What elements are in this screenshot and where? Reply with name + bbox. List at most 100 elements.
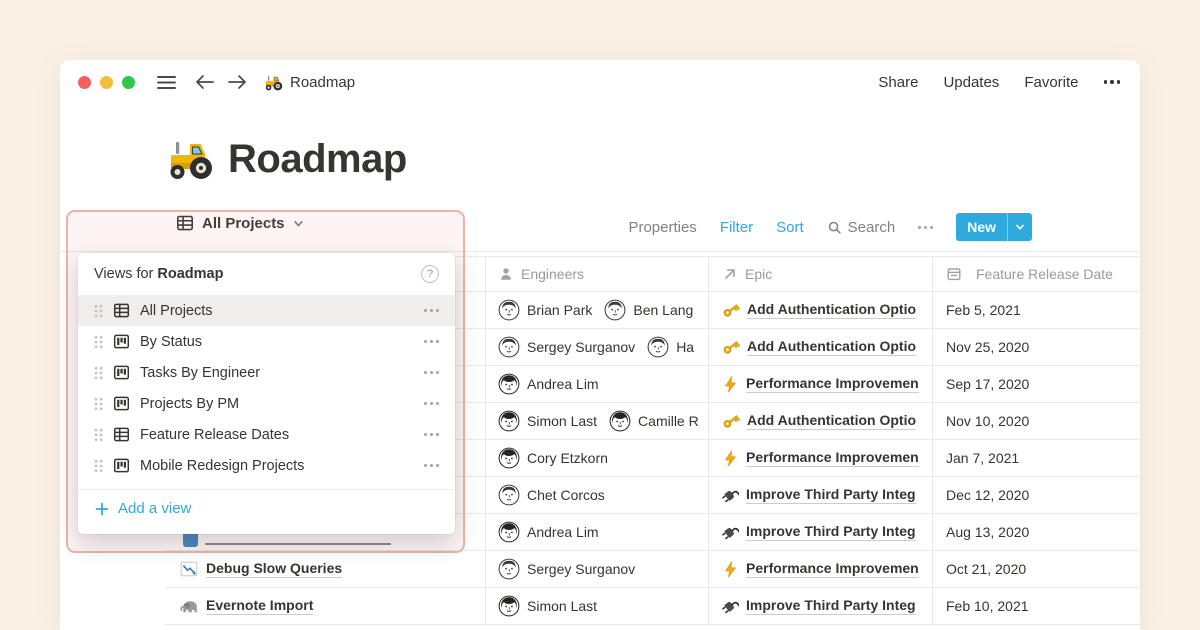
help-icon[interactable]: ? bbox=[421, 265, 439, 283]
drag-handle-icon[interactable] bbox=[94, 366, 103, 380]
views-dropdown-header: Views for Roadmap ? bbox=[78, 253, 455, 295]
avatar bbox=[647, 336, 669, 358]
forward-arrow-icon[interactable] bbox=[227, 74, 247, 90]
add-view-button[interactable]: Add a view bbox=[78, 491, 455, 526]
filter-button[interactable]: Filter bbox=[720, 219, 753, 236]
epic-link[interactable]: Improve Third Party Integ bbox=[746, 523, 916, 541]
epic-link[interactable]: Performance Improvemen bbox=[746, 375, 919, 393]
column-header-release-date[interactable]: Feature Release Date bbox=[932, 257, 1140, 291]
page-title: Roadmap bbox=[228, 137, 407, 182]
view-item-menu-icon[interactable] bbox=[424, 309, 439, 312]
epic-link[interactable]: Performance Improvemen bbox=[746, 560, 919, 578]
hamburger-menu-icon[interactable] bbox=[157, 75, 176, 90]
close-window-button[interactable] bbox=[78, 76, 91, 89]
search-icon bbox=[827, 220, 842, 235]
board-view-icon bbox=[113, 457, 130, 474]
zoom-window-button[interactable] bbox=[122, 76, 135, 89]
updates-button[interactable]: Updates bbox=[943, 74, 999, 91]
view-toolbar: All Projects Properties Filter Sort Sear… bbox=[60, 212, 1140, 246]
avatar bbox=[498, 521, 520, 543]
release-date[interactable]: Sep 17, 2020 bbox=[946, 376, 1029, 392]
release-date[interactable]: Nov 25, 2020 bbox=[946, 339, 1029, 355]
epic-link[interactable]: Performance Improvemen bbox=[746, 449, 919, 467]
key-icon bbox=[722, 301, 740, 319]
board-view-icon bbox=[113, 395, 130, 412]
project-link[interactable]: Evernote Import bbox=[206, 597, 313, 615]
new-dropdown-chevron-icon[interactable] bbox=[1008, 213, 1032, 241]
table-view-icon bbox=[113, 426, 130, 443]
view-item-projects-by-pm[interactable]: Projects By PM bbox=[78, 388, 455, 419]
release-date[interactable]: Feb 10, 2021 bbox=[946, 598, 1029, 614]
view-item-menu-icon[interactable] bbox=[424, 340, 439, 343]
window-titlebar: Roadmap Share Updates Favorite bbox=[60, 60, 1140, 104]
plus-icon bbox=[95, 502, 109, 516]
drag-handle-icon[interactable] bbox=[94, 304, 103, 318]
release-date[interactable]: Aug 13, 2020 bbox=[946, 524, 1029, 540]
epic-link[interactable]: Add Authentication Optio bbox=[747, 412, 916, 430]
release-date[interactable]: Oct 21, 2020 bbox=[946, 561, 1026, 577]
view-item-menu-icon[interactable] bbox=[424, 464, 439, 467]
calendar-icon bbox=[946, 266, 962, 282]
drag-handle-icon[interactable] bbox=[94, 335, 103, 349]
epic-link[interactable]: Improve Third Party Integ bbox=[746, 486, 916, 504]
avatar bbox=[498, 336, 520, 358]
board-view-icon bbox=[113, 364, 130, 381]
more-options-icon[interactable] bbox=[1104, 80, 1121, 84]
breadcrumb-page-title[interactable]: Roadmap bbox=[290, 74, 355, 91]
plug-icon bbox=[722, 487, 739, 504]
board-view-icon bbox=[113, 333, 130, 350]
avatar bbox=[498, 484, 520, 506]
epic-link[interactable]: Improve Third Party Integ bbox=[746, 597, 916, 615]
drag-handle-icon[interactable] bbox=[94, 397, 103, 411]
avatar bbox=[498, 410, 520, 432]
properties-button[interactable]: Properties bbox=[628, 219, 696, 236]
view-item-menu-icon[interactable] bbox=[424, 433, 439, 436]
lightning-icon bbox=[722, 450, 739, 467]
release-date[interactable]: Jan 7, 2021 bbox=[946, 450, 1019, 466]
view-item-feature-release-dates[interactable]: Feature Release Dates bbox=[78, 419, 455, 450]
toolbar-divider bbox=[60, 251, 1140, 252]
new-button[interactable]: New bbox=[956, 213, 1032, 241]
project-link[interactable]: Debug Slow Queries bbox=[206, 560, 342, 578]
epic-link[interactable]: Add Authentication Optio bbox=[747, 301, 916, 319]
chevron-down-icon bbox=[293, 218, 304, 229]
back-arrow-icon[interactable] bbox=[195, 74, 215, 90]
key-icon bbox=[722, 338, 740, 356]
chart-down-icon bbox=[180, 560, 198, 578]
release-date[interactable]: Nov 10, 2020 bbox=[946, 413, 1029, 429]
view-item-mobile-redesign-projects[interactable]: Mobile Redesign Projects bbox=[78, 450, 455, 481]
app-window: Roadmap Share Updates Favorite Roadmap A… bbox=[60, 60, 1140, 630]
epic-link[interactable]: Add Authentication Optio bbox=[747, 338, 916, 356]
view-switcher-button[interactable]: All Projects bbox=[176, 214, 304, 232]
sort-button[interactable]: Sort bbox=[776, 219, 804, 236]
drag-handle-icon[interactable] bbox=[94, 459, 103, 473]
avatar bbox=[604, 299, 626, 321]
view-item-by-status[interactable]: By Status bbox=[78, 326, 455, 357]
elephant-icon bbox=[180, 597, 198, 615]
person-icon bbox=[498, 266, 514, 282]
arrow-up-right-icon bbox=[722, 266, 738, 282]
dropdown-divider bbox=[78, 489, 455, 490]
avatar bbox=[609, 410, 631, 432]
share-button[interactable]: Share bbox=[878, 74, 918, 91]
key-icon bbox=[722, 412, 740, 430]
search-button[interactable]: Search bbox=[827, 219, 896, 236]
column-header-engineers[interactable]: Engineers bbox=[485, 257, 708, 291]
avatar bbox=[498, 447, 520, 469]
view-item-menu-icon[interactable] bbox=[424, 371, 439, 374]
views-dropdown: Views for Roadmap ? All Projects By Stat… bbox=[78, 253, 455, 534]
view-item-all-projects[interactable]: All Projects bbox=[78, 295, 455, 326]
minimize-window-button[interactable] bbox=[100, 76, 113, 89]
release-date[interactable]: Feb 5, 2021 bbox=[946, 302, 1021, 318]
column-header-epic[interactable]: Epic bbox=[708, 257, 932, 291]
release-date[interactable]: Dec 12, 2020 bbox=[946, 487, 1029, 503]
drag-handle-icon[interactable] bbox=[94, 428, 103, 442]
table-view-icon bbox=[113, 302, 130, 319]
view-item-tasks-by-engineer[interactable]: Tasks By Engineer bbox=[78, 357, 455, 388]
traffic-lights bbox=[78, 76, 135, 89]
view-item-menu-icon[interactable] bbox=[424, 402, 439, 405]
view-options-icon[interactable] bbox=[918, 226, 933, 229]
avatar bbox=[498, 373, 520, 395]
table-view-icon bbox=[176, 214, 194, 232]
favorite-button[interactable]: Favorite bbox=[1024, 74, 1078, 91]
